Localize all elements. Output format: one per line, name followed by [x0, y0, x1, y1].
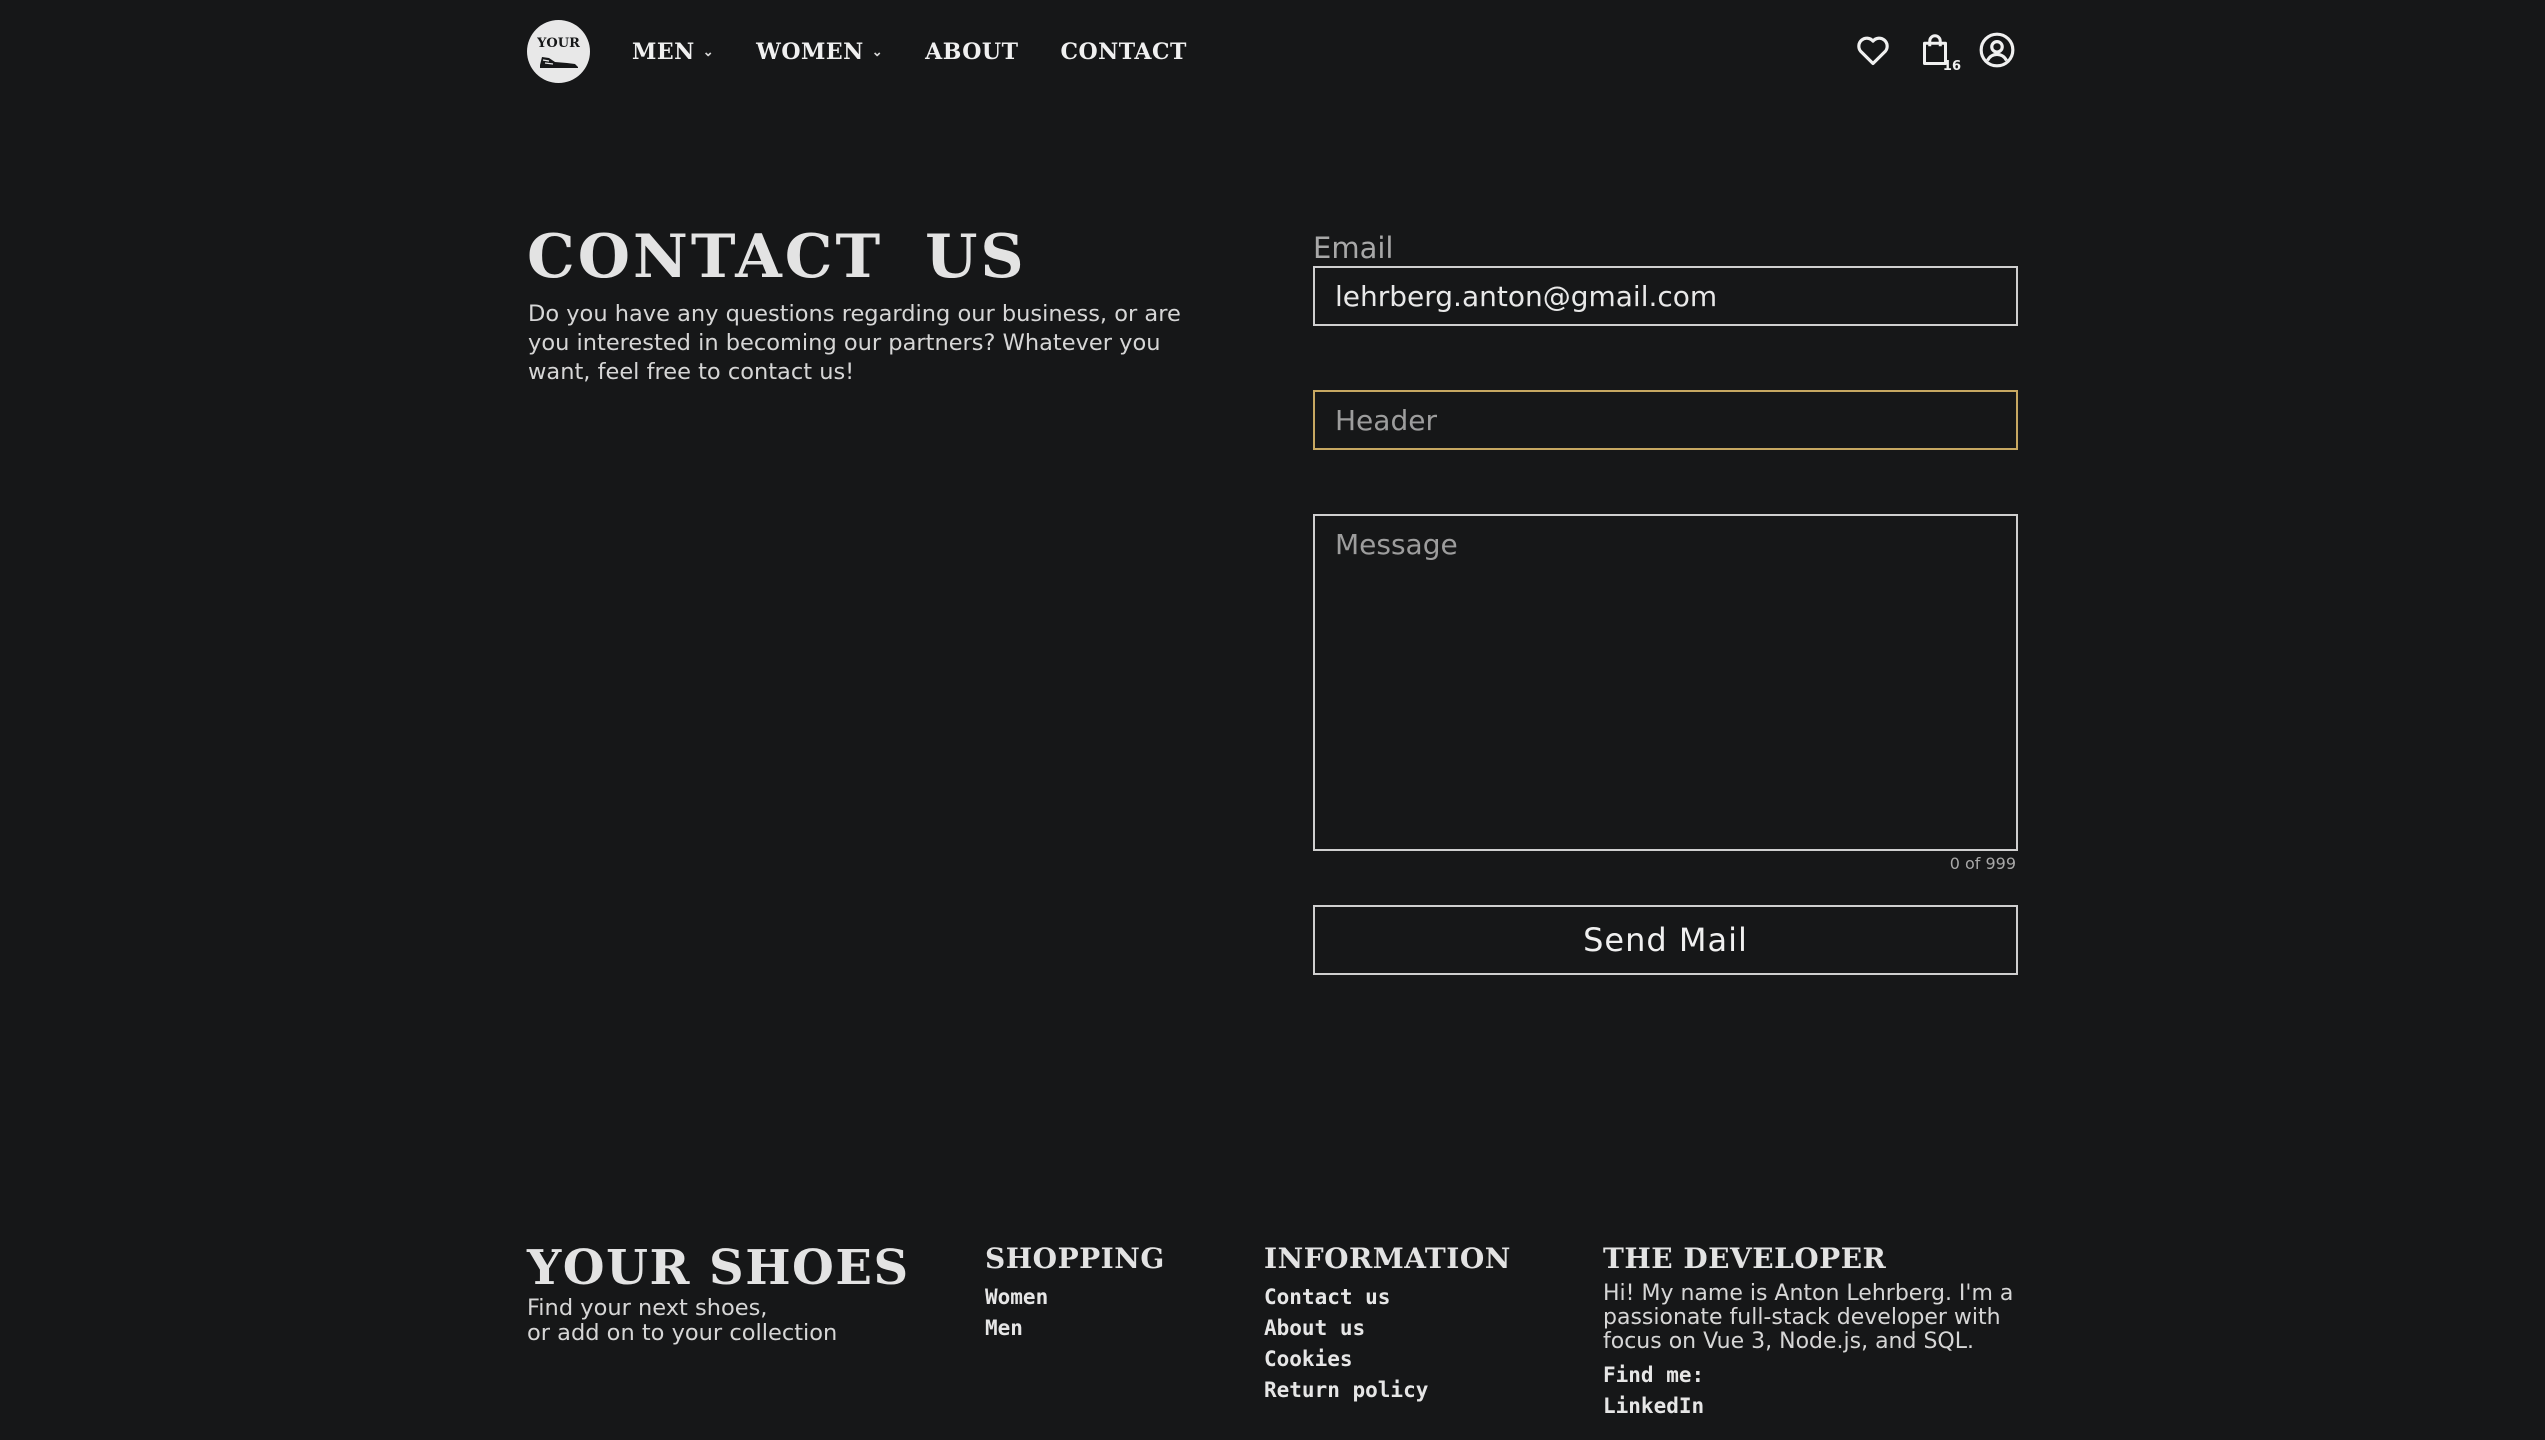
- nav-men-label: MEN: [632, 39, 695, 65]
- email-field[interactable]: [1313, 266, 2018, 326]
- message-char-counter: 0 of 999: [1949, 854, 2016, 873]
- footer-shopping: SHOPPING Women Men: [985, 1242, 1165, 1344]
- footer-link-linkedin[interactable]: LinkedIn: [1603, 1391, 2023, 1422]
- footer-link-men[interactable]: Men: [985, 1313, 1165, 1344]
- user-circle-icon: [1979, 32, 2015, 68]
- nav-contact[interactable]: CONTACT: [1060, 39, 1186, 65]
- heart-icon: [1857, 36, 1889, 66]
- page-description: Do you have any questions regarding our …: [528, 301, 1181, 385]
- nav-men[interactable]: MEN ⌄: [632, 39, 714, 65]
- developer-bio: Hi! My name is Anton Lehrberg. I'm a pas…: [1603, 1281, 2014, 1354]
- footer-link-contact-us[interactable]: Contact us: [1264, 1282, 1511, 1313]
- contact-form: Email 0 of 999 Send Mail: [1313, 230, 2018, 975]
- find-me-label: Find me:: [1603, 1363, 1705, 1387]
- cart-count-badge: 16: [1942, 59, 1961, 74]
- footer: YOUR SHOES Find your next shoes, or add …: [0, 1230, 2545, 1440]
- chevron-down-icon: ⌄: [871, 44, 884, 60]
- main-nav: MEN ⌄ WOMEN ⌄ ABOUT CONTACT: [632, 36, 1229, 68]
- send-mail-button[interactable]: Send Mail: [1313, 905, 2018, 975]
- navbar: YOUR MEN ⌄ WOMEN ⌄ ABOUT CONTACT 16: [0, 0, 2545, 104]
- cart-button[interactable]: 16: [1915, 30, 1961, 74]
- nav-about-label: ABOUT: [925, 39, 1019, 65]
- footer-brand-title: YOUR SHOES: [527, 1240, 910, 1296]
- nav-about[interactable]: ABOUT: [925, 39, 1018, 65]
- nav-women-label: WOMEN: [756, 39, 864, 65]
- footer-developer: THE DEVELOPER Hi! My name is Anton Lehrb…: [1603, 1242, 2023, 1422]
- account-button[interactable]: [1977, 30, 2017, 70]
- footer-link-about-us[interactable]: About us: [1264, 1313, 1511, 1344]
- footer-tagline-2: or add on to your collection: [527, 1320, 838, 1346]
- footer-link-women[interactable]: Women: [985, 1282, 1165, 1313]
- footer-brand: YOUR SHOES Find your next shoes, or add …: [527, 1240, 910, 1346]
- nav-women[interactable]: WOMEN ⌄: [756, 39, 883, 65]
- nav-icons: 16: [1831, 30, 2017, 74]
- footer-link-cookies[interactable]: Cookies: [1264, 1344, 1511, 1375]
- footer-developer-heading: THE DEVELOPER: [1603, 1242, 1887, 1275]
- footer-tagline-1: Find your next shoes,: [527, 1295, 768, 1321]
- page-title: CONTACT US: [527, 222, 1027, 292]
- email-label: Email: [1313, 231, 1394, 265]
- chevron-down-icon: ⌄: [702, 44, 715, 60]
- header-field[interactable]: [1313, 390, 2018, 450]
- brand-logo[interactable]: YOUR: [527, 20, 590, 83]
- footer-information: INFORMATION Contact us About us Cookies …: [1264, 1242, 1511, 1406]
- message-field[interactable]: [1313, 514, 2018, 851]
- nav-contact-label: CONTACT: [1060, 39, 1187, 65]
- footer-shopping-heading: SHOPPING: [985, 1242, 1165, 1275]
- logo-text: YOUR: [537, 35, 580, 51]
- shoe-icon: [539, 56, 578, 70]
- footer-information-heading: INFORMATION: [1264, 1242, 1511, 1275]
- footer-link-return-policy[interactable]: Return policy: [1264, 1375, 1511, 1406]
- wishlist-button[interactable]: [1853, 30, 1893, 70]
